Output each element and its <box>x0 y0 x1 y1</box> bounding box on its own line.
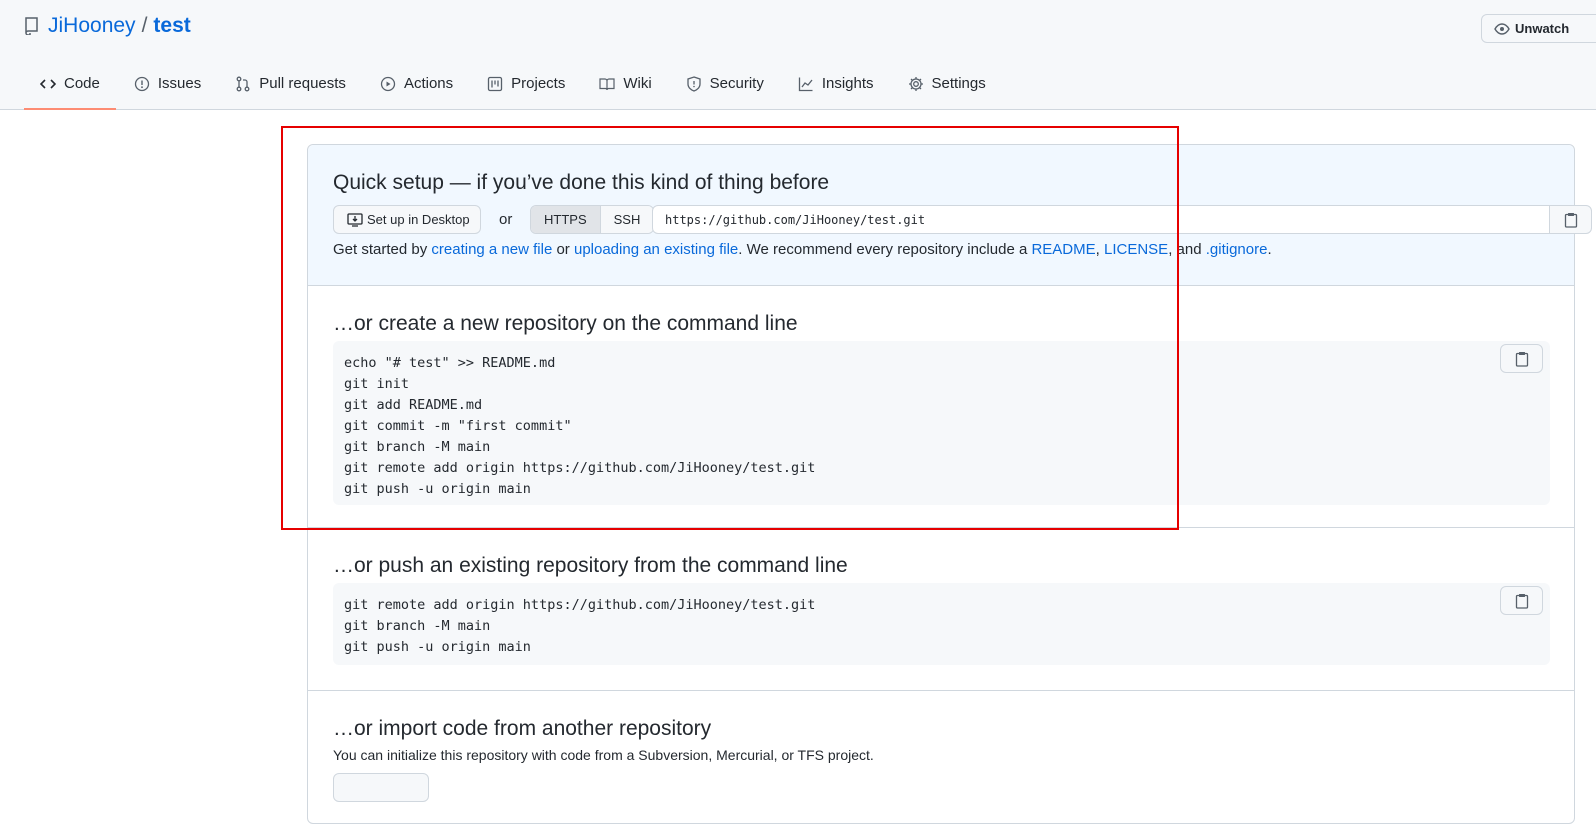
ssh-button[interactable]: SSH <box>600 206 654 233</box>
tab-projects[interactable]: Projects <box>471 67 581 110</box>
repo-nav: Code Issues Pull requests Actions Projec… <box>24 67 1004 110</box>
push-repo-title: …or push an existing repository from the… <box>333 554 848 577</box>
repo-title: JiHooney / test <box>24 14 191 38</box>
https-button[interactable]: HTTPS <box>531 206 601 233</box>
import-description: You can initialize this repository with … <box>333 747 874 763</box>
tab-label: Projects <box>511 75 566 92</box>
license-link[interactable]: LICENSE <box>1104 241 1168 258</box>
unwatch-label: Unwatch <box>1515 21 1570 36</box>
tab-label: Pull requests <box>259 75 346 92</box>
setup-desktop-label: Set up in Desktop <box>367 212 470 227</box>
import-code-button[interactable] <box>333 773 429 802</box>
tab-label: Insights <box>821 75 874 92</box>
copy-push-repo-button[interactable] <box>1500 586 1543 615</box>
code-line: git branch -M main <box>344 439 491 455</box>
new-repo-title: …or create a new repository on the comma… <box>333 312 798 335</box>
separator: / <box>141 14 148 37</box>
code-line: git remote add origin https://github.com… <box>344 597 816 613</box>
owner-link[interactable]: JiHooney <box>48 14 136 38</box>
push-repo-code[interactable]: git remote add origin https://github.com… <box>333 583 1550 665</box>
repo-name-link[interactable]: test <box>153 14 190 38</box>
help-mid: . We recommend every repository include … <box>738 241 1032 258</box>
tab-pull-requests[interactable]: Pull requests <box>219 67 362 110</box>
clipboard-icon <box>1564 212 1577 228</box>
help-comma: , <box>1095 241 1104 258</box>
or-text: or <box>499 211 513 228</box>
code-line: git commit -m "first commit" <box>344 418 572 434</box>
tab-settings[interactable]: Settings <box>892 67 1002 110</box>
tab-label: Issues <box>157 75 202 92</box>
issue-icon <box>134 76 150 92</box>
tab-wiki[interactable]: Wiki <box>583 67 667 110</box>
pull-request-icon <box>236 76 250 92</box>
graph-icon <box>798 77 813 92</box>
tab-label: Settings <box>931 75 986 92</box>
repo-icon <box>24 17 40 36</box>
tab-label: Security <box>709 75 764 92</box>
push-repo-section: …or push an existing repository from the… <box>308 528 1574 690</box>
repo-header: JiHooney / test Unwatch Code Issues Pull… <box>0 0 1596 110</box>
clipboard-icon <box>1515 593 1528 609</box>
tab-security[interactable]: Security <box>670 67 780 110</box>
copy-new-repo-button[interactable] <box>1500 344 1543 373</box>
code-line: echo "# test" >> README.md <box>344 355 556 371</box>
play-icon <box>380 76 396 92</box>
import-title: …or import code from another repository <box>333 717 712 740</box>
clipboard-icon <box>1515 351 1528 367</box>
tab-actions[interactable]: Actions <box>364 67 469 110</box>
protocol-toggle: HTTPS SSH <box>530 205 655 234</box>
import-section: …or import code from another repository … <box>308 691 1574 821</box>
code-line: git init <box>344 376 410 392</box>
tab-label: Actions <box>403 75 454 92</box>
desktop-download-icon <box>347 212 363 227</box>
create-file-link[interactable]: creating a new file <box>431 241 552 258</box>
code-line: git push -u origin main <box>344 639 531 655</box>
readme-link[interactable]: README <box>1031 241 1095 258</box>
clone-url-input[interactable]: https://github.com/JiHooney/test.git <box>652 205 1550 234</box>
code-line: git branch -M main <box>344 618 491 634</box>
tab-code[interactable]: Code <box>24 67 116 110</box>
tab-issues[interactable]: Issues <box>118 67 217 110</box>
code-line: git push -u origin main <box>344 481 531 497</box>
code-icon <box>40 79 56 89</box>
quick-setup-help: Get started by creating a new file or up… <box>333 241 1272 258</box>
shield-icon <box>687 76 701 92</box>
new-repo-section: …or create a new repository on the comma… <box>308 286 1574 527</box>
tab-label: Wiki <box>623 75 652 92</box>
copy-url-button[interactable] <box>1549 205 1592 234</box>
upload-file-link[interactable]: uploading an existing file <box>574 241 738 258</box>
help-or: or <box>552 241 574 258</box>
help-end: . <box>1267 241 1272 258</box>
gear-icon <box>908 77 923 91</box>
eye-icon <box>1494 22 1510 35</box>
setup-desktop-button[interactable]: Set up in Desktop <box>333 205 481 234</box>
help-prefix: Get started by <box>333 241 432 258</box>
code-line: git add README.md <box>344 397 483 413</box>
empty-repo-panel: Quick setup — if you’ve done this kind o… <box>307 144 1592 824</box>
quick-setup-title: Quick setup — if you’ve done this kind o… <box>333 171 830 194</box>
tab-insights[interactable]: Insights <box>782 67 890 110</box>
help-and: , and <box>1168 241 1206 258</box>
gitignore-link[interactable]: .gitignore <box>1206 241 1268 258</box>
tab-label: Code <box>64 75 100 92</box>
quick-setup-section: Quick setup — if you’ve done this kind o… <box>308 145 1592 286</box>
code-line: git remote add origin https://github.com… <box>344 460 816 476</box>
project-icon <box>487 76 503 92</box>
unwatch-button[interactable]: Unwatch <box>1481 14 1596 43</box>
new-repo-code[interactable]: echo "# test" >> README.md git init git … <box>333 341 1550 505</box>
book-icon <box>599 78 615 91</box>
